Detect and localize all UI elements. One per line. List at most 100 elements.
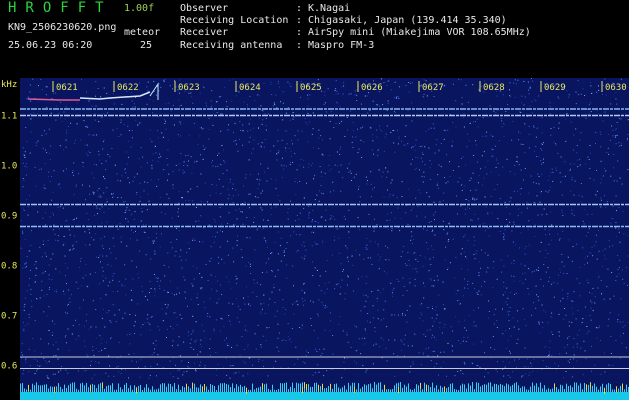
signal-bar <box>396 383 397 392</box>
noise-dot <box>307 105 309 107</box>
noise-dot <box>317 364 319 366</box>
noise-dot <box>149 323 151 325</box>
noise-dot <box>351 141 353 143</box>
noise-dot <box>154 291 156 293</box>
noise-dot <box>65 369 67 371</box>
noise-dot <box>248 303 250 305</box>
signal-bar <box>344 385 345 392</box>
noise-dot <box>170 325 172 327</box>
noise-dot <box>232 365 234 366</box>
noise-dot <box>433 285 435 287</box>
noise-dot <box>604 371 606 373</box>
noise-dot <box>131 100 133 102</box>
noise-dot <box>80 257 82 259</box>
noise-dot <box>324 91 326 93</box>
noise-dot <box>589 145 591 146</box>
signal-bar <box>522 386 523 392</box>
noise-dot <box>229 377 231 379</box>
noise-dot <box>328 164 330 166</box>
noise-dot <box>175 364 176 366</box>
noise-dot <box>485 206 487 208</box>
noise-dot <box>408 259 410 261</box>
noise-dot <box>473 321 475 323</box>
noise-dot <box>287 323 289 325</box>
noise-dot <box>202 158 204 160</box>
noise-dot <box>55 268 57 270</box>
signal-bar <box>244 385 245 392</box>
noise-dot <box>225 357 227 359</box>
noise-dot <box>369 240 371 242</box>
noise-dot <box>543 158 544 160</box>
noise-dot <box>178 163 180 165</box>
noise-dot <box>101 317 103 319</box>
noise-dot <box>600 373 602 375</box>
noise-dot <box>160 280 162 282</box>
noise-dot <box>325 209 327 211</box>
noise-dot <box>124 264 126 266</box>
noise-dot <box>411 82 413 84</box>
noise-dot <box>258 127 260 129</box>
noise-dot <box>253 217 255 219</box>
noise-dot <box>228 124 229 126</box>
noise-dot <box>408 91 410 93</box>
noise-dot <box>192 237 194 239</box>
noise-dot <box>163 81 165 83</box>
noise-dot <box>495 145 497 147</box>
noise-dot <box>21 357 23 359</box>
noise-dot <box>460 370 462 372</box>
noise-dot <box>117 290 119 292</box>
noise-dot <box>543 263 545 265</box>
noise-dot <box>275 206 277 208</box>
noise-dot <box>119 223 121 225</box>
noise-dot <box>493 314 495 316</box>
noise-dot <box>238 305 240 307</box>
noise-dot <box>33 112 35 114</box>
noise-dot <box>495 112 497 113</box>
noise-dot <box>514 96 516 98</box>
noise-dot <box>421 175 423 177</box>
noise-dot <box>401 181 403 183</box>
noise-dot <box>449 262 451 264</box>
noise-dot <box>415 258 417 260</box>
noise-dot <box>464 327 466 329</box>
noise-dot <box>152 100 154 102</box>
noise-dot <box>200 289 202 291</box>
noise-dot <box>502 294 504 296</box>
noise-dot <box>342 93 344 95</box>
noise-dot <box>199 351 201 353</box>
noise-dot <box>343 85 345 87</box>
noise-dot <box>53 214 54 216</box>
noise-dot <box>239 354 241 356</box>
noise-dot <box>33 358 35 360</box>
noise-dot <box>228 315 230 317</box>
noise-dot <box>118 341 120 343</box>
noise-dot <box>378 169 380 171</box>
noise-dot <box>157 354 159 356</box>
signal-bar <box>272 384 273 392</box>
noise-dot <box>145 254 147 256</box>
noise-dot <box>308 212 310 214</box>
noise-dot <box>273 102 275 104</box>
noise-dot <box>120 373 122 375</box>
noise-dot <box>364 95 366 97</box>
noise-dot <box>125 209 127 211</box>
noise-dot <box>608 364 610 366</box>
freq-label: 0.7 <box>1 312 17 322</box>
noise-dot <box>92 346 94 348</box>
noise-dot <box>531 101 533 102</box>
signal-bar <box>250 389 251 392</box>
noise-dot <box>310 164 312 166</box>
noise-dot <box>83 370 85 372</box>
noise-dot <box>586 326 588 327</box>
noise-dot <box>583 340 585 342</box>
signal-bar <box>504 386 505 392</box>
noise-dot <box>527 229 529 231</box>
noise-dot <box>329 219 331 220</box>
noise-dot <box>32 78 34 80</box>
signal-bar <box>556 387 557 392</box>
noise-dot <box>81 78 82 80</box>
noise-dot <box>377 245 379 247</box>
noise-dot <box>513 263 515 265</box>
noise-dot <box>467 101 469 103</box>
noise-dot <box>352 136 354 138</box>
